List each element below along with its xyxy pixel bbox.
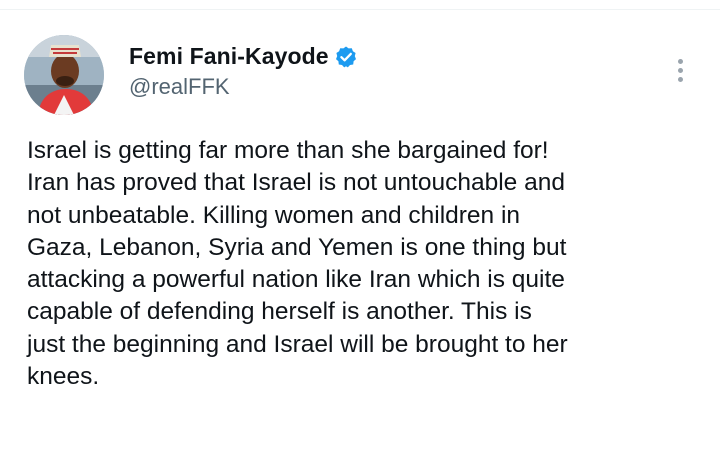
avatar-image (24, 35, 104, 115)
top-divider (0, 0, 720, 10)
name-row: Femi Fani-Kayode (129, 43, 358, 70)
verified-badge-icon (334, 45, 358, 69)
tweet-text: Israel is getting far more than she barg… (27, 137, 568, 391)
more-options-icon[interactable] (664, 50, 696, 90)
more-dot (677, 58, 683, 64)
tweet-card[interactable]: Femi Fani-Kayode @realFFK Israel is gett… (0, 10, 720, 458)
handle[interactable]: @realFFK (129, 74, 230, 100)
more-dot (677, 67, 683, 73)
display-name[interactable]: Femi Fani-Kayode (129, 43, 329, 70)
avatar[interactable] (24, 35, 104, 115)
more-dot (677, 76, 683, 82)
